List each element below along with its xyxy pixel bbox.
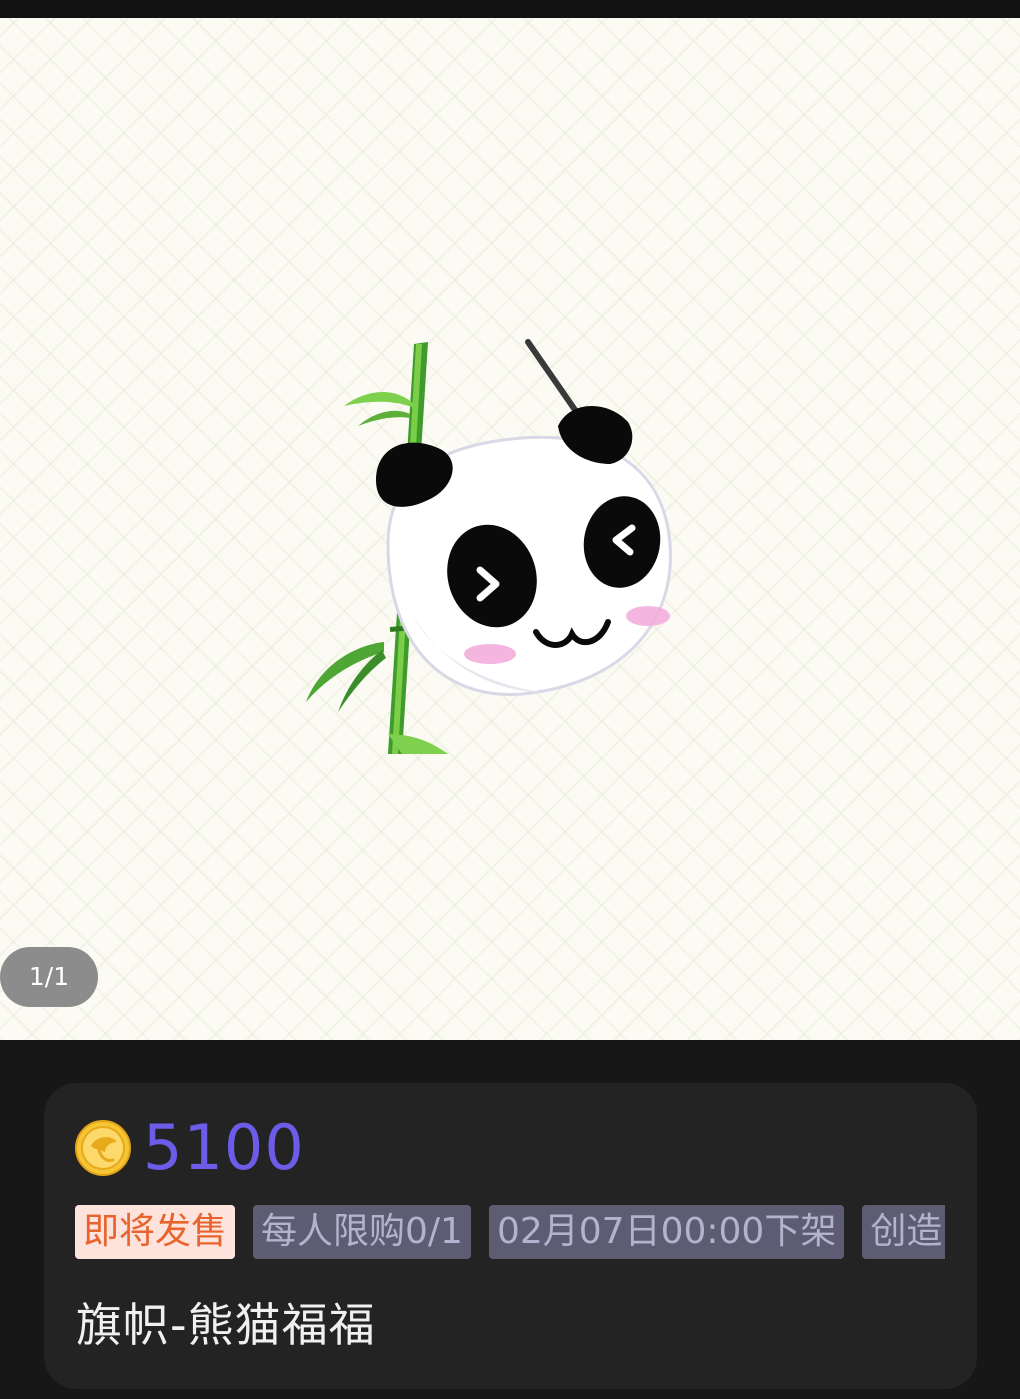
gold-coin-icon xyxy=(75,1120,131,1176)
image-gallery[interactable]: 1/1 xyxy=(0,18,1020,1040)
page-indicator: 1/1 xyxy=(0,947,98,1007)
price-row: 5100 xyxy=(75,1113,305,1183)
panda-flag-icon xyxy=(306,339,672,754)
tag-upcoming-sale: 即将发售 xyxy=(75,1205,236,1259)
panda-head xyxy=(376,405,672,696)
status-bar xyxy=(0,0,1020,18)
flag-pole xyxy=(525,339,585,423)
tag-category: 创造 xyxy=(862,1205,945,1259)
item-name: 旗帜-熊猫福福 xyxy=(76,1298,376,1352)
tag-list: 即将发售 每人限购0/1 02月07日00:00下架 创造 xyxy=(75,1205,945,1261)
product-info-area: 5100 即将发售 每人限购0/1 02月07日00:00下架 创造 旗帜-熊猫福福 xyxy=(0,1040,1020,1399)
tag-removal-time: 02月07日00:00下架 xyxy=(488,1205,845,1259)
tag-purchase-limit: 每人限购0/1 xyxy=(253,1205,471,1259)
price-value: 5100 xyxy=(143,1111,305,1184)
product-info-card: 5100 即将发售 每人限购0/1 02月07日00:00下架 创造 旗帜-熊猫福福 xyxy=(44,1083,977,1389)
